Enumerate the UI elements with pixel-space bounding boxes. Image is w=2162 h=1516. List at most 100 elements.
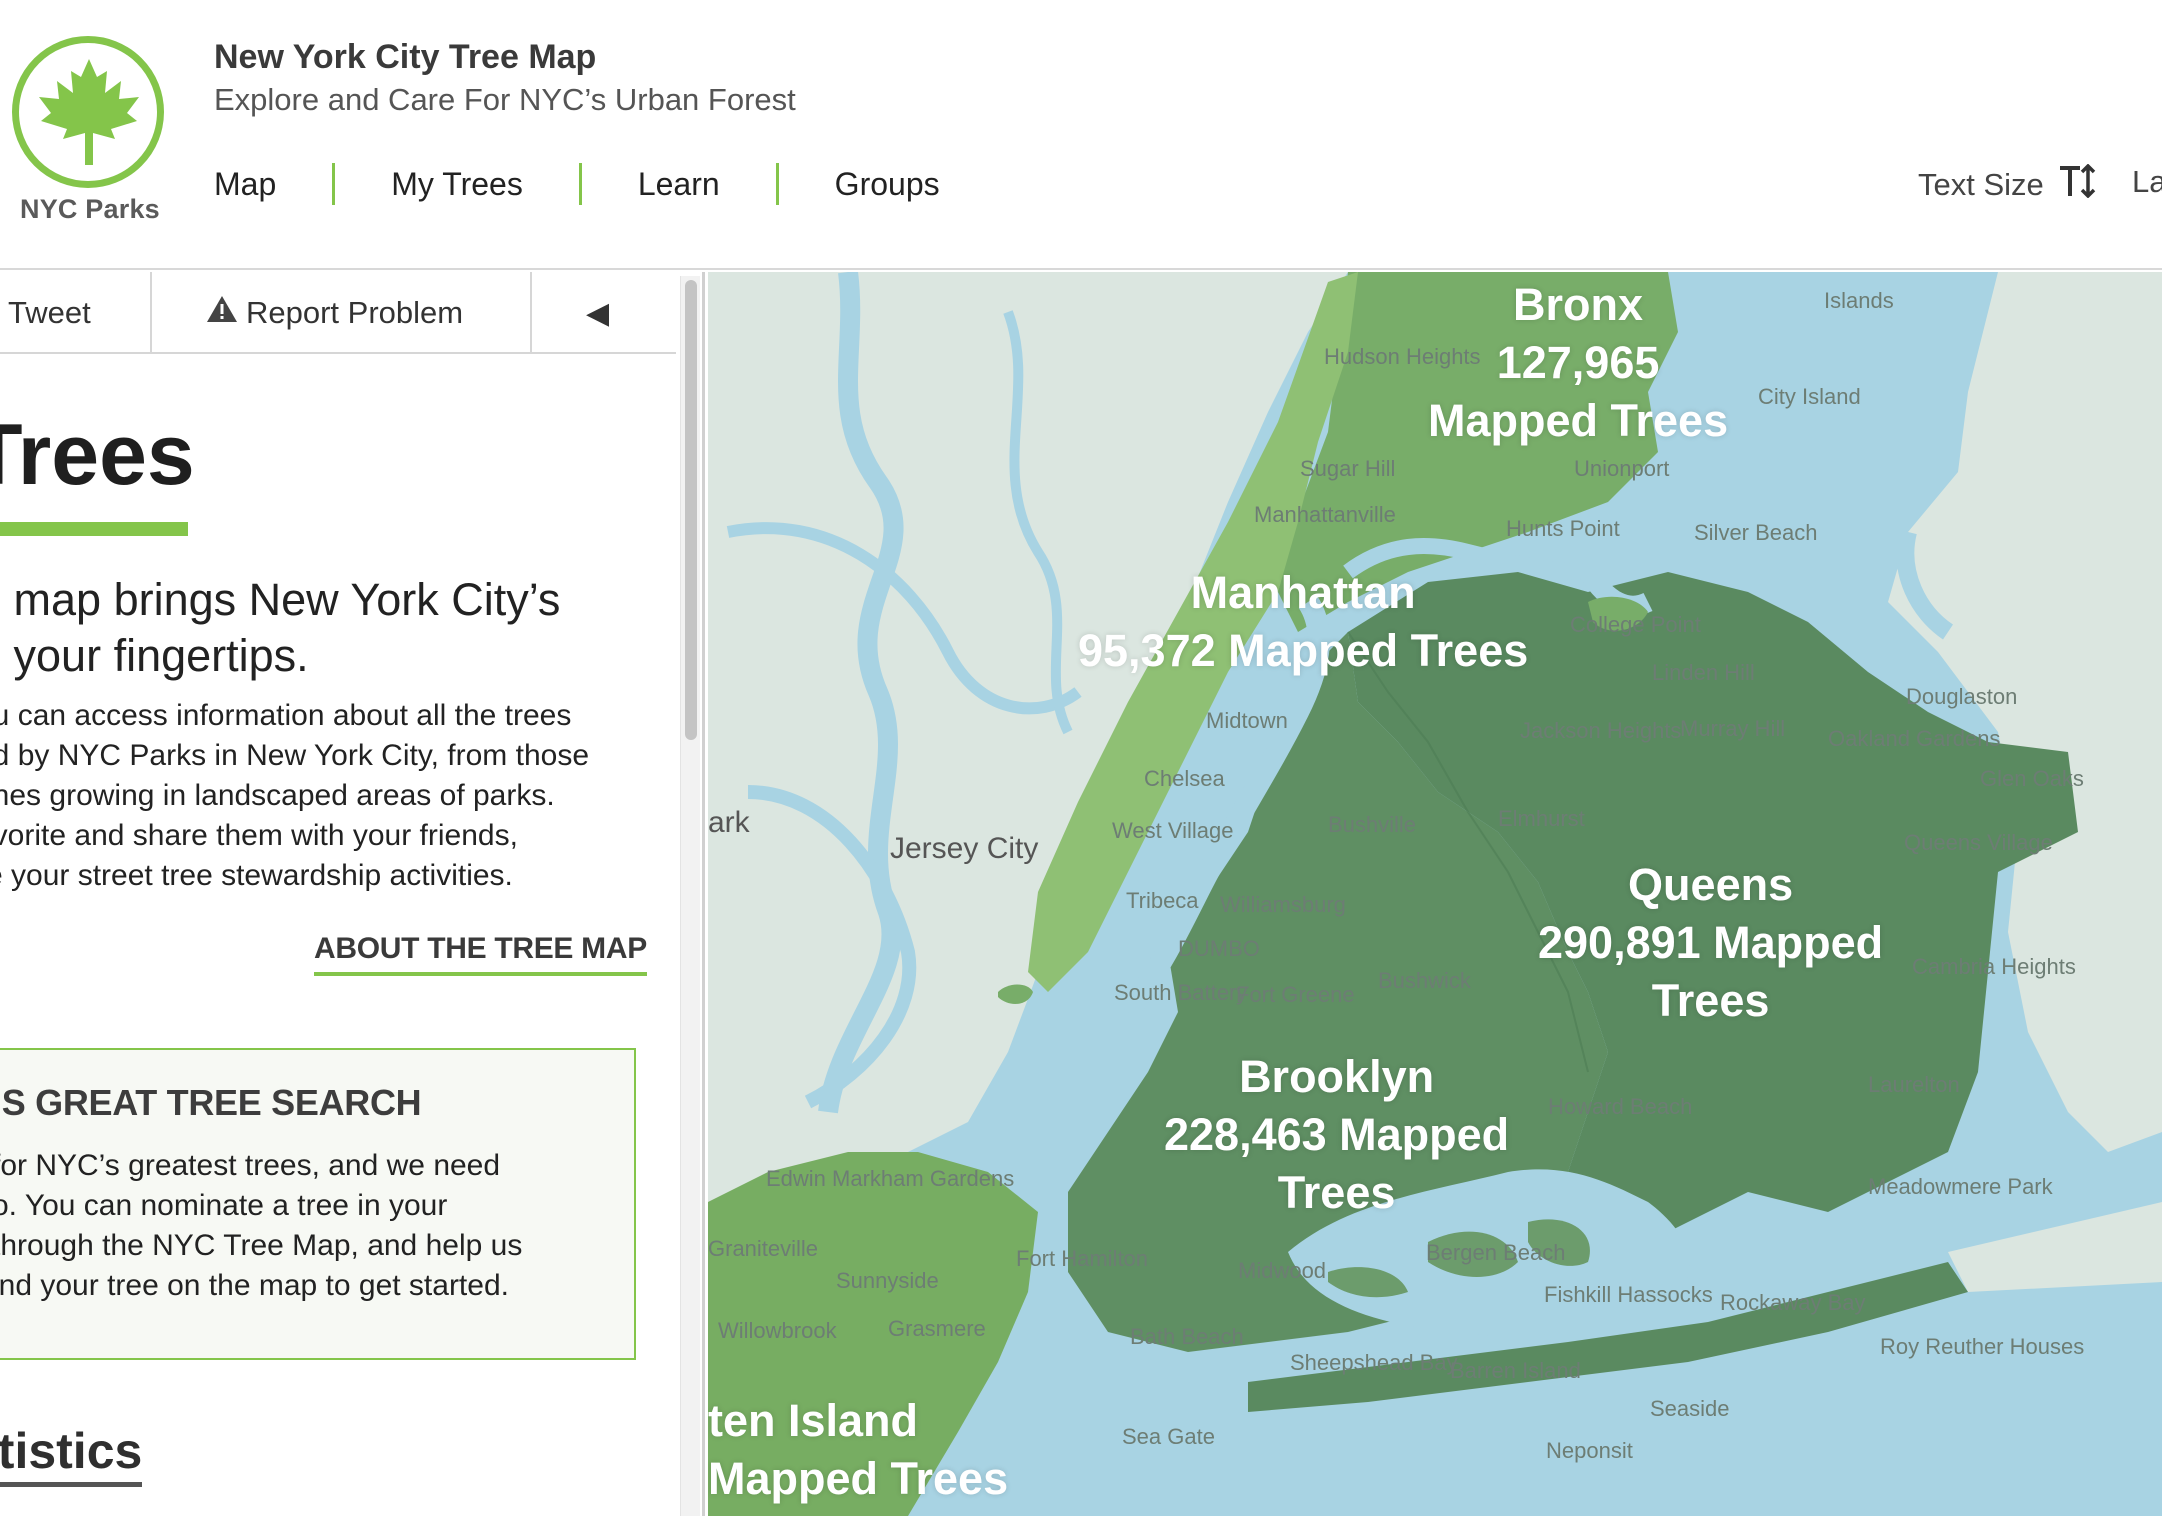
borough-label-brooklyn[interactable]: Brooklyn 228,463 Mapped Trees <box>1164 1048 1509 1222</box>
great-tree-search-callout[interactable]: ’S GREAT TREE SEARCH for NYC’s greatest … <box>0 1048 636 1360</box>
place-label: Rockaway Bay <box>1720 1290 1866 1315</box>
toolbar-divider <box>530 272 532 354</box>
intro-body-line: ed by NYC Parks in New York City, from t… <box>0 739 590 772</box>
place-label: Graniteville <box>708 1236 819 1261</box>
borough-count: 290,891 Mapped <box>1538 917 1884 968</box>
borough-label-queens[interactable]: Queens 290,891 Mapped Trees <box>1538 856 1883 1030</box>
maple-leaf-icon <box>12 36 164 188</box>
borough-name: ten Island <box>708 1395 919 1446</box>
place-label: Oakland Gardens <box>1828 726 2001 751</box>
language-selector[interactable]: La <box>2132 164 2162 200</box>
place-label: Bergen Beach <box>1426 1240 1566 1265</box>
place-label: Sunnyside <box>836 1268 939 1293</box>
place-label: Glen Oaks <box>1980 766 2084 791</box>
place-label: Manhattanville <box>1254 502 1396 527</box>
sidebar-scrollbar[interactable] <box>680 276 700 1516</box>
nav-learn[interactable]: Learn <box>638 166 720 203</box>
logo-text: NYC Parks <box>20 194 160 224</box>
place-label: Islands <box>1824 288 1894 313</box>
place-label: Fort Greene <box>1236 982 1355 1007</box>
site-subtitle: Explore and Care For NYC’s Urban Forest <box>214 82 796 117</box>
borough-label-bronx[interactable]: Bronx 127,965 Mapped Trees <box>1428 276 1728 450</box>
nav-groups[interactable]: Groups <box>835 166 940 203</box>
place-label: Seaside <box>1650 1396 1730 1421</box>
place-label: Elmhurst <box>1498 806 1585 831</box>
place-label: Williamsburg <box>1220 892 1346 917</box>
place-label: Willowbrook <box>718 1318 837 1343</box>
borough-name: Queens <box>1628 859 1794 910</box>
place-label: Cambria Heights <box>1912 954 2076 979</box>
place-label: Roy Reuther Houses <box>1880 1334 2085 1359</box>
place-label: Meadowmere Park <box>1868 1174 2053 1199</box>
place-label: West Village <box>1112 818 1234 843</box>
scrollbar-thumb[interactable] <box>685 280 697 740</box>
borough-count: 127,965 <box>1496 337 1660 388</box>
site-title[interactable]: New York City Tree Map <box>214 38 596 77</box>
place-label: College Point <box>1570 612 1701 637</box>
place-label: Sugar Hill <box>1300 456 1396 481</box>
toolbar-divider <box>150 272 152 354</box>
nav-my-trees[interactable]: My Trees <box>391 166 523 203</box>
place-label: Silver Beach <box>1694 520 1818 545</box>
sidebar-panel: Tweet Report Problem ◀ Trees e map bring… <box>0 272 705 1516</box>
intro-lead-line: o your fingertips. <box>0 630 309 681</box>
nav-map[interactable]: Map <box>214 166 276 203</box>
borough-label-manhattan[interactable]: Manhattan 95,372 Mapped Trees <box>1078 564 1528 680</box>
place-label: Bushville <box>1328 812 1417 837</box>
callout-line: through the NYC Tree Map, and help us <box>0 1229 523 1262</box>
collapse-sidebar-icon[interactable]: ◀ <box>586 272 609 354</box>
tweet-button[interactable]: Tweet <box>8 272 91 354</box>
text-size-icon <box>2058 163 2096 206</box>
place-label: Jackson Heights <box>1520 718 1682 743</box>
report-problem-label: Report Problem <box>246 295 464 330</box>
place-label: Fort Hamilton <box>1016 1246 1149 1271</box>
place-label: Fishkill Hassocks <box>1544 1282 1713 1307</box>
place-label: Bushwick <box>1378 968 1471 993</box>
borough-count-label: Mapped Trees <box>1428 395 1729 446</box>
place-label: Midtown <box>1206 708 1288 733</box>
borough-name: Bronx <box>1513 279 1644 330</box>
about-tree-map-link[interactable]: ABOUT THE TREE MAP <box>314 932 647 976</box>
borough-count-label: Trees <box>1651 975 1770 1026</box>
place-label: ark <box>708 806 750 839</box>
callout-line: for NYC’s greatest trees, and we need <box>0 1149 501 1182</box>
borough-name: Brooklyn <box>1239 1051 1435 1102</box>
statistics-heading[interactable]: atistics <box>0 1422 143 1487</box>
title-underline <box>0 522 188 536</box>
borough-count-label: Trees <box>1277 1167 1396 1218</box>
nav-divider <box>332 163 336 205</box>
tree-map[interactable]: Hudson Heights City Island Sugar Hill Un… <box>708 272 2162 1516</box>
place-label: Neponsit <box>1546 1438 1633 1463</box>
great-tree-search-title: ’S GREAT TREE SEARCH <box>0 1082 422 1123</box>
place-label: Barren Island <box>1450 1358 1581 1383</box>
nyc-parks-logo[interactable]: NYC Parks <box>10 36 170 236</box>
place-label: Murray Hill <box>1680 716 1786 741</box>
place-label: Bath Beach <box>1130 1324 1244 1349</box>
place-label: Laurelton <box>1868 1072 1960 1097</box>
intro-body-line: ou can access information about all the … <box>0 699 572 732</box>
place-label: Edwin Markham Gardens <box>766 1166 1015 1191</box>
borough-count: 95,372 Mapped Trees <box>1078 625 1529 676</box>
borough-label-staten-island[interactable]: ten Island Mapped Trees <box>708 1392 1008 1508</box>
place-label: City Island <box>1758 384 1861 409</box>
report-problem-button[interactable]: Report Problem <box>206 272 463 354</box>
place-label: Jersey City <box>890 832 1039 865</box>
intro-body-line: avorite and share them with your friends… <box>0 819 518 852</box>
intro-lead: e map brings New York City’s o your fing… <box>0 572 656 684</box>
place-label: Howard Beach <box>1548 1094 1693 1119</box>
place-label: Douglaston <box>1906 684 2018 709</box>
place-label: Chelsea <box>1144 766 1225 791</box>
intro-lead-line: e map brings New York City’s <box>0 574 561 625</box>
intro-body-line: re your street tree stewardship activiti… <box>0 859 513 892</box>
site-header: NYC Parks New York City Tree Map Explore… <box>0 0 2162 270</box>
nav-divider <box>578 163 582 205</box>
intro-body-line: ones growing in landscaped areas of park… <box>0 779 555 812</box>
place-label: Hunts Point <box>1506 516 1620 541</box>
place-label: Queens Village <box>1904 830 2053 855</box>
page-title: Trees <box>0 407 195 503</box>
place-label: South Battery <box>1114 980 1248 1005</box>
text-size-label: Text Size <box>1918 167 2044 202</box>
great-tree-search-body: for NYC’s greatest trees, and we need o.… <box>0 1146 522 1306</box>
text-size-control[interactable]: Text Size <box>1918 163 2096 206</box>
nav-divider <box>775 163 779 205</box>
